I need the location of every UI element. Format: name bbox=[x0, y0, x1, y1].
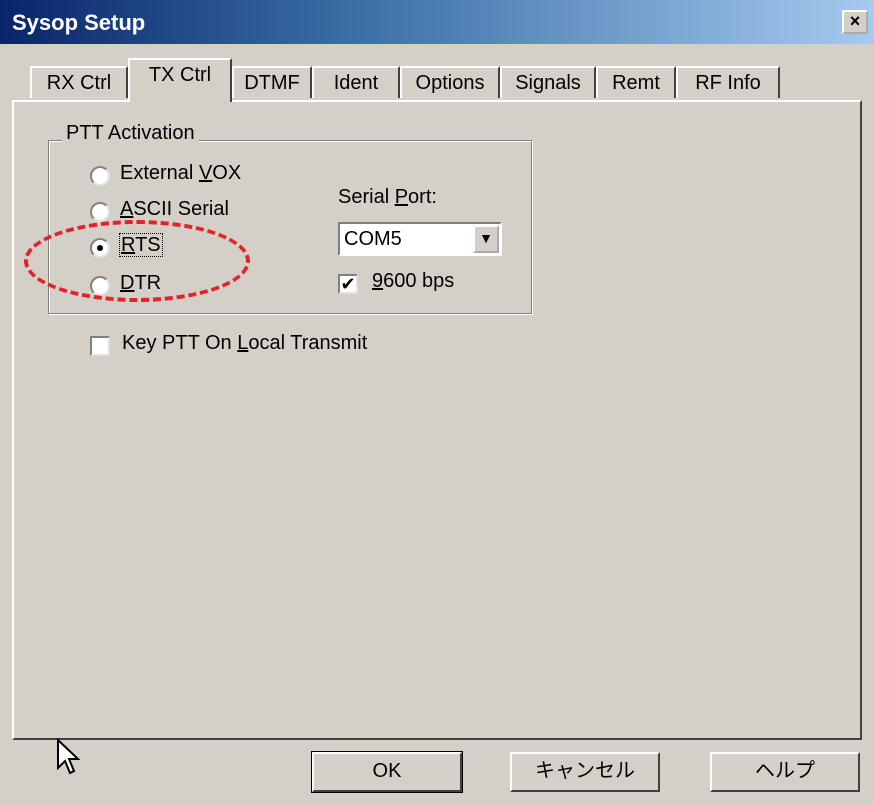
serial-port-value: COM5 bbox=[344, 228, 402, 250]
baud-9600-label[interactable]: 9600 bps bbox=[372, 270, 454, 293]
tab-rx-ctrl[interactable]: RX Ctrl bbox=[30, 66, 128, 98]
radio-label-ascii-serial[interactable]: ASCII Serial bbox=[120, 198, 229, 221]
title-bar: Sysop Setup × bbox=[0, 0, 874, 44]
radio-label-external-vox[interactable]: External VOX bbox=[120, 162, 241, 185]
chevron-down-icon[interactable]: ▼ bbox=[473, 225, 499, 253]
help-button[interactable]: ヘルプ bbox=[710, 752, 860, 792]
mouse-cursor-icon bbox=[57, 738, 81, 775]
tab-dtmf[interactable]: DTMF bbox=[232, 66, 312, 98]
annotation-ellipse bbox=[24, 220, 250, 302]
tab-label: DTMF bbox=[244, 72, 300, 94]
tab-label: RF Info bbox=[695, 72, 761, 94]
radio-ascii-serial[interactable] bbox=[90, 202, 110, 222]
key-ptt-local-label[interactable]: Key PTT On Local Transmit bbox=[122, 332, 367, 355]
baud-9600-checkbox[interactable]: ✔ bbox=[338, 274, 358, 294]
tab-tx-ctrl[interactable]: TX Ctrl bbox=[128, 58, 232, 102]
tab-label: Remt bbox=[612, 72, 660, 94]
tab-options[interactable]: Options bbox=[400, 66, 500, 98]
tab-label: Ident bbox=[333, 72, 379, 94]
tab-rf-info[interactable]: RF Info bbox=[676, 66, 780, 98]
radio-external-vox[interactable] bbox=[90, 166, 110, 186]
key-ptt-local-checkbox[interactable] bbox=[90, 336, 110, 356]
tab-remt[interactable]: Remt bbox=[596, 66, 676, 98]
tab-signals[interactable]: Signals bbox=[500, 66, 596, 98]
window-title: Sysop Setup bbox=[12, 10, 146, 35]
tab-label: Signals bbox=[515, 72, 581, 94]
close-button[interactable]: × bbox=[842, 10, 868, 34]
tab-label: RX Ctrl bbox=[46, 72, 112, 94]
ok-button[interactable]: OK bbox=[311, 751, 463, 793]
tab-ident[interactable]: Ident bbox=[312, 66, 400, 98]
serial-port-label: Serial Port: bbox=[338, 186, 437, 208]
ptt-activation-label: PTT Activation bbox=[62, 122, 199, 145]
close-icon: × bbox=[849, 11, 861, 31]
tab-label: TX Ctrl bbox=[148, 64, 212, 86]
tab-label: Options bbox=[415, 72, 485, 94]
serial-port-select[interactable]: COM5 ▼ bbox=[338, 222, 502, 256]
cancel-button[interactable]: キャンセル bbox=[510, 752, 660, 792]
